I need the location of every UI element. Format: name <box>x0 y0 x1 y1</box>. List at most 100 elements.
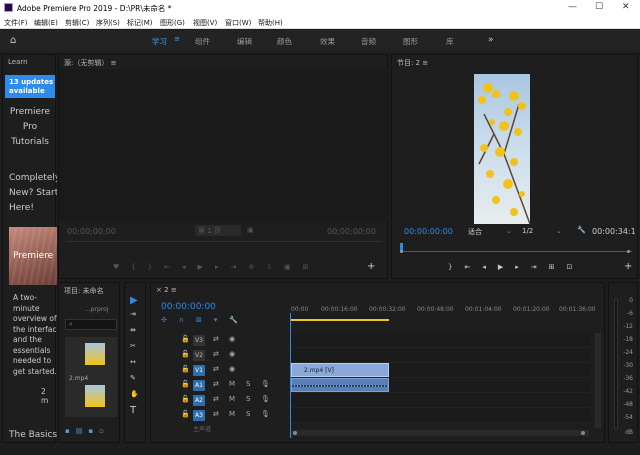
lock-icon[interactable]: 🔓 <box>181 380 190 388</box>
workspace-tab-audio[interactable]: 音频 <box>361 36 376 47</box>
track-a3[interactable]: A3 <box>193 410 205 421</box>
timeline-options-icons[interactable]: ✣∩⊠▾🔧 <box>161 316 250 324</box>
eye-icon[interactable]: ◉ <box>229 365 235 373</box>
source-timecode-right[interactable]: 00;00;00;00 <box>327 227 376 236</box>
scrub-start-handle[interactable] <box>400 250 403 253</box>
program-timecode-current[interactable]: 00:00:00:00 <box>404 227 453 236</box>
home-icon[interactable]: ⌂ <box>10 35 16 46</box>
menu-window[interactable]: 窗口(W) <box>225 18 251 28</box>
sync-icon[interactable]: ⇄ <box>213 350 219 358</box>
menu-clip[interactable]: 剪辑(C) <box>65 18 89 28</box>
menu-help[interactable]: 帮助(H) <box>258 18 283 28</box>
program-timecode-duration[interactable]: 00:00:34:1 <box>592 227 636 236</box>
workspace-tab-editing[interactable]: 编辑 <box>237 36 252 47</box>
menu-graphics[interactable]: 图形(G) <box>160 18 185 28</box>
program-title[interactable]: 节目: 2 <box>397 59 420 67</box>
workspace-tab-graphics[interactable]: 图形 <box>403 36 418 47</box>
solo-button[interactable]: S <box>246 410 250 418</box>
scrub-end-handle[interactable] <box>627 250 630 253</box>
program-transport-controls[interactable]: }⇤◂▶▸⇥⊞⊡ <box>448 263 584 271</box>
close-button[interactable]: ✕ <box>622 2 630 12</box>
workspace-menu-icon[interactable]: ≡ <box>174 35 180 43</box>
source-menu-icon[interactable]: ≡ <box>111 59 117 67</box>
video-clip[interactable]: 2.mp4 [V] <box>291 363 389 377</box>
track-a2[interactable]: A2 <box>193 395 205 406</box>
program-add-button[interactable]: + <box>624 261 632 272</box>
menu-sequence[interactable]: 序列(S) <box>96 18 120 28</box>
selection-tool-icon[interactable]: ▶ <box>130 295 142 306</box>
source-settings-icon[interactable]: ▣ <box>247 226 254 234</box>
work-area-bar[interactable] <box>291 319 389 321</box>
track-select-tool-icon[interactable]: ⇥ <box>130 310 136 318</box>
maximize-button[interactable]: ☐ <box>595 2 603 12</box>
timeline-vertical-scrollbar[interactable] <box>595 333 601 428</box>
track-v2[interactable]: V2 <box>193 350 205 361</box>
scrollbar-handle-right[interactable] <box>581 431 585 435</box>
program-scrubber[interactable] <box>400 251 632 252</box>
basics-heading[interactable]: The Basics <box>9 430 57 440</box>
timeline-horizontal-scrollbar[interactable] <box>291 430 589 436</box>
audio-clip[interactable] <box>291 378 389 392</box>
project-bin-item[interactable]: 2.mp4 <box>65 337 117 417</box>
lock-icon[interactable]: 🔓 <box>181 350 190 358</box>
workspace-tab-effects[interactable]: 效果 <box>320 36 335 47</box>
mic-icon[interactable]: 🎙 <box>261 410 270 418</box>
track-a1[interactable]: A1 <box>193 380 205 391</box>
track-v3[interactable]: V3 <box>193 335 205 346</box>
menu-view[interactable]: 视图(V) <box>193 18 217 28</box>
source-title[interactable]: 源:（无剪辑） <box>64 59 108 67</box>
lock-icon[interactable]: 🔓 <box>181 335 190 343</box>
program-zoom-dropdown[interactable]: 适合 <box>468 227 482 237</box>
slip-tool-icon[interactable]: ↔ <box>130 358 136 366</box>
project-footer-icons[interactable]: ▪▤▪▫ <box>65 427 110 435</box>
mute-button[interactable]: M <box>229 380 235 388</box>
source-page-dropdown[interactable]: 第 1 页 <box>195 225 241 236</box>
workspace-tab-learn[interactable]: 学习 <box>152 36 167 47</box>
source-add-button[interactable]: + <box>367 261 375 272</box>
track-v1[interactable]: V1 <box>193 365 205 376</box>
lock-icon[interactable]: 🔓 <box>181 365 190 373</box>
solo-button[interactable]: S <box>246 395 250 403</box>
mute-button[interactable]: M <box>229 410 235 418</box>
type-tool-icon[interactable]: T <box>130 405 136 416</box>
source-timecode-left[interactable]: 00;00;00;00 <box>67 227 116 236</box>
scrollbar-handle-left[interactable] <box>293 431 297 435</box>
solo-button[interactable]: S <box>246 380 250 388</box>
mic-icon[interactable]: 🎙 <box>261 380 270 388</box>
wrench-icon[interactable]: 🔧 <box>577 226 586 234</box>
mic-icon[interactable]: 🎙 <box>261 395 270 403</box>
workspace-tab-assembly[interactable]: 组件 <box>195 36 210 47</box>
lock-icon[interactable]: 🔓 <box>181 410 190 418</box>
sync-icon[interactable]: ⇄ <box>213 365 219 373</box>
sync-icon[interactable]: ⇄ <box>213 335 219 343</box>
program-menu-icon[interactable]: ≡ <box>422 59 428 67</box>
pen-tool-icon[interactable]: ✎ <box>130 374 136 382</box>
zoom-dropdown-arrow-icon[interactable]: ⌄ <box>506 227 512 235</box>
source-scrubber[interactable] <box>67 241 381 242</box>
resolution-dropdown-arrow-icon[interactable]: ⌄ <box>556 227 562 235</box>
updates-banner[interactable]: 13 updates available <box>5 75 55 98</box>
menu-edit[interactable]: 编辑(E) <box>34 18 58 28</box>
tutorial-thumbnail[interactable]: Premiere <box>9 227 57 285</box>
eye-icon[interactable]: ◉ <box>229 350 235 358</box>
timeline-ruler[interactable]: 00:00 00:00:16:00 00:00:32:00 00:00:48:0… <box>291 301 596 317</box>
sync-icon[interactable]: ⇄ <box>213 380 219 388</box>
timeline-timecode[interactable]: 00:00:00:00 <box>161 302 216 312</box>
workspace-tab-color[interactable]: 颜色 <box>277 36 292 47</box>
program-resolution-dropdown[interactable]: 1/2 <box>522 227 533 235</box>
workspace-tab-libraries[interactable]: 库 <box>446 36 454 47</box>
menu-marker[interactable]: 标记(M) <box>127 18 153 28</box>
timeline-close-icon[interactable]: × <box>156 286 162 294</box>
menu-file[interactable]: 文件(F) <box>4 18 28 28</box>
timeline-tab[interactable]: 2 <box>164 286 168 294</box>
learn-tab[interactable]: Learn <box>8 58 28 66</box>
workspace-overflow-button[interactable]: » <box>488 35 494 45</box>
eye-icon[interactable]: ◉ <box>229 335 235 343</box>
project-search-input[interactable]: ⌕ <box>65 319 117 330</box>
sync-icon[interactable]: ⇄ <box>213 410 219 418</box>
hand-tool-icon[interactable]: ✋ <box>130 390 139 398</box>
razor-tool-icon[interactable]: ✂ <box>130 342 136 350</box>
project-title[interactable]: 项目: 未命名 <box>64 287 104 295</box>
ripple-edit-tool-icon[interactable]: ⇹ <box>130 326 136 334</box>
minimize-button[interactable]: — <box>568 2 577 12</box>
